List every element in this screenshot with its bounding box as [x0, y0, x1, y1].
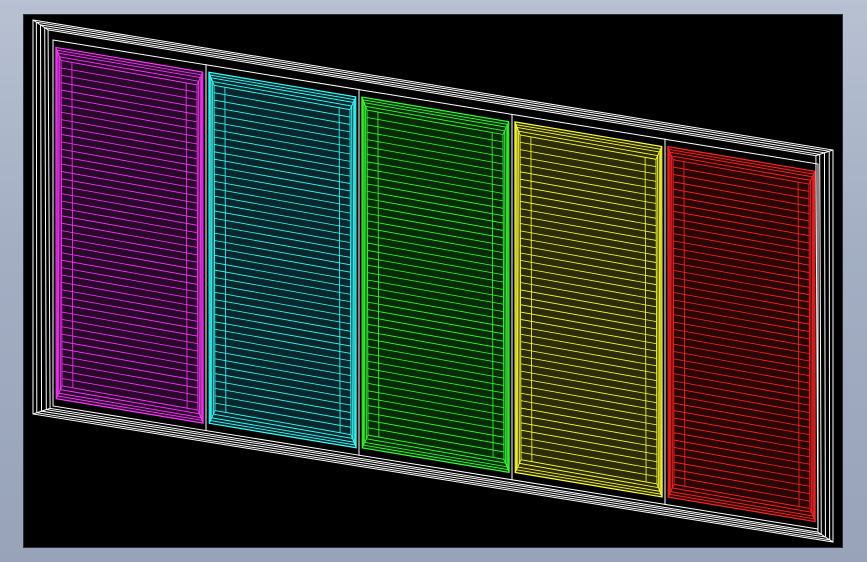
panel-3[interactable]	[358, 89, 513, 481]
panel-5[interactable]	[664, 138, 819, 530]
panel-4[interactable]	[511, 113, 666, 505]
panel-group	[52, 39, 819, 530]
cad-viewport[interactable]	[23, 14, 843, 548]
panel-2[interactable]	[205, 64, 360, 456]
panel-1[interactable]	[52, 39, 207, 432]
wireframe-model	[32, 19, 834, 543]
